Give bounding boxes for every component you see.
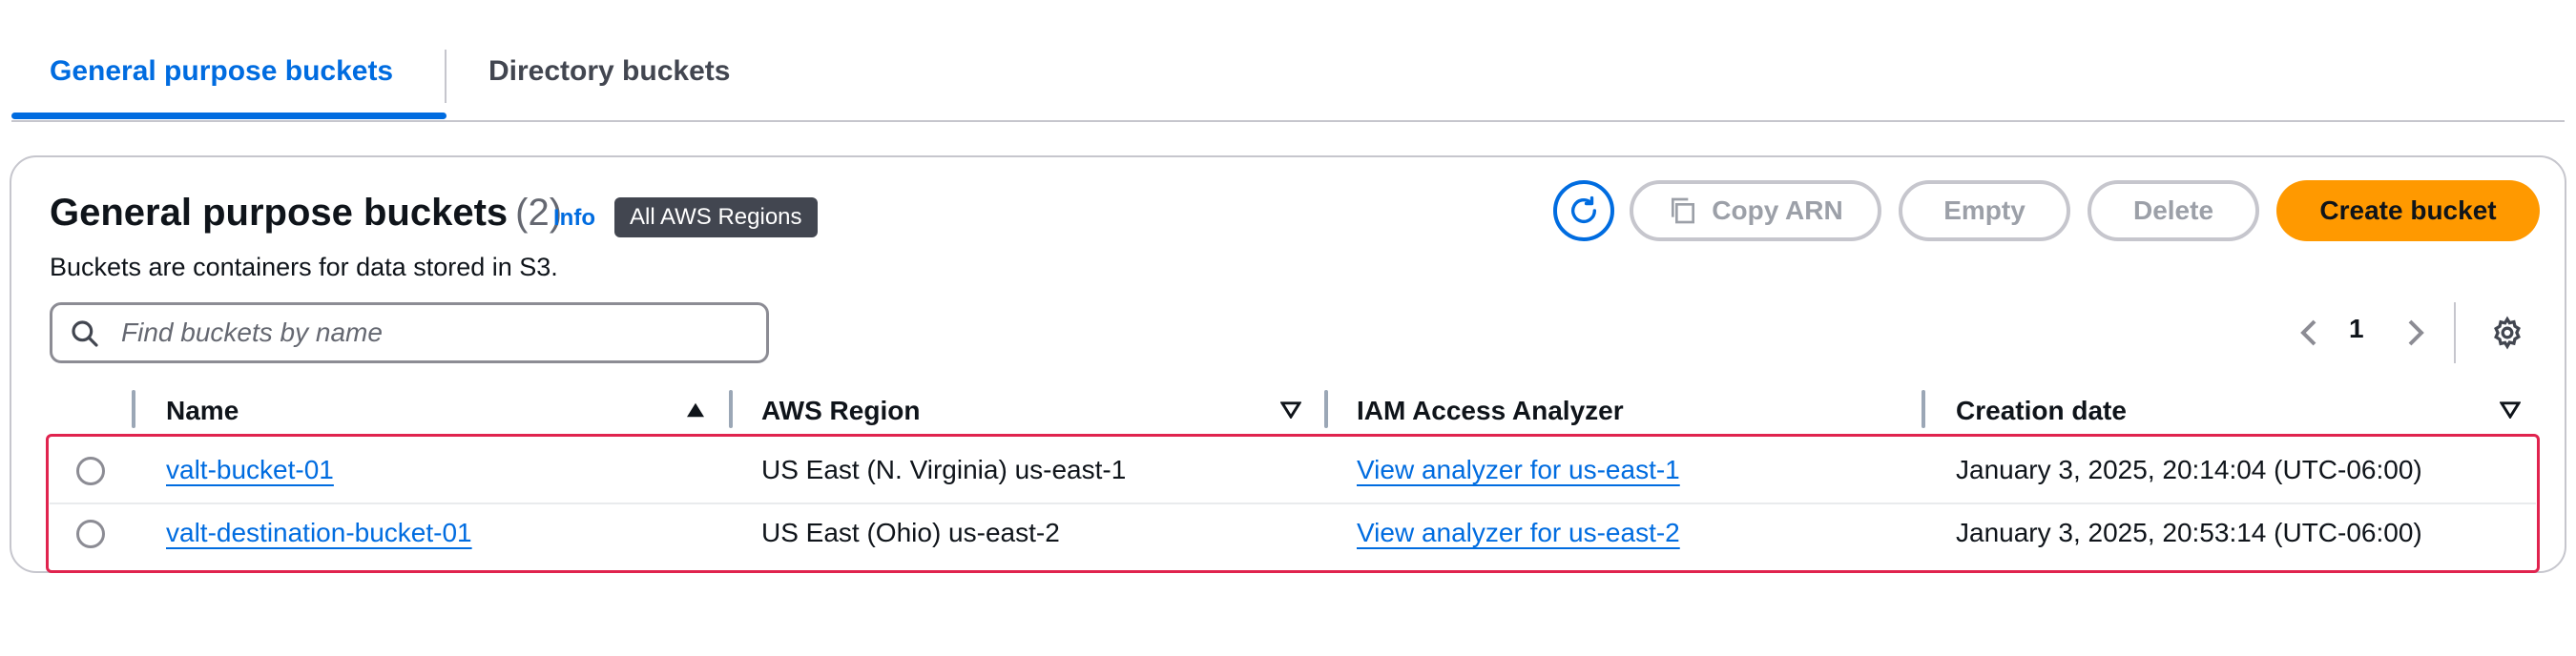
empty-button[interactable]: Empty xyxy=(1899,180,2070,241)
sort-icon[interactable] xyxy=(2500,401,2521,419)
search-input[interactable] xyxy=(121,305,751,360)
sort-ascending-icon[interactable] xyxy=(685,401,706,419)
copy-icon xyxy=(1672,197,1695,224)
rows-highlight-box xyxy=(46,434,2540,573)
pager-divider xyxy=(2454,302,2456,363)
column-header-creation-date[interactable]: Creation date xyxy=(1956,396,2127,426)
delete-button[interactable]: Delete xyxy=(2088,180,2259,241)
column-separator xyxy=(729,390,733,428)
column-separator xyxy=(132,390,135,428)
current-page-number[interactable]: 1 xyxy=(2349,314,2364,344)
column-header-analyzer[interactable]: IAM Access Analyzer xyxy=(1357,396,1624,426)
tab-general-purpose-buckets[interactable]: General purpose buckets xyxy=(50,55,393,88)
table-header: Name AWS Region IAM Access Analyzer Crea… xyxy=(50,388,2540,434)
tab-divider xyxy=(445,50,447,103)
previous-page-icon[interactable] xyxy=(2297,318,2320,348)
panel-description: Buckets are containers for data stored i… xyxy=(50,253,558,281)
gear-icon[interactable] xyxy=(2490,316,2524,350)
search-box[interactable] xyxy=(50,302,769,363)
page-title-text: General purpose buckets xyxy=(50,192,509,234)
refresh-icon xyxy=(1570,195,1597,223)
column-header-name[interactable]: Name xyxy=(166,396,239,426)
next-page-icon[interactable] xyxy=(2404,318,2427,348)
refresh-button[interactable] xyxy=(1553,180,1614,241)
info-link[interactable]: Info xyxy=(553,205,595,232)
page-title: General purpose buckets (2) xyxy=(50,192,562,235)
search-icon xyxy=(72,320,98,347)
column-header-region[interactable]: AWS Region xyxy=(761,396,920,426)
copy-arn-label: Copy ARN xyxy=(1712,195,1843,225)
active-tab-indicator xyxy=(11,113,447,119)
tab-directory-buckets[interactable]: Directory buckets xyxy=(488,55,730,88)
column-separator xyxy=(1922,390,1925,428)
buckets-panel: General purpose buckets (2) Info All AWS … xyxy=(10,155,2566,573)
create-bucket-button[interactable]: Create bucket xyxy=(2276,180,2540,241)
sort-icon[interactable] xyxy=(1280,401,1301,419)
bucket-type-tabs: General purpose buckets Directory bucket… xyxy=(11,0,2565,122)
region-badge: All AWS Regions xyxy=(614,197,818,237)
copy-arn-button[interactable]: Copy ARN xyxy=(1630,180,1881,241)
column-separator xyxy=(1324,390,1328,428)
